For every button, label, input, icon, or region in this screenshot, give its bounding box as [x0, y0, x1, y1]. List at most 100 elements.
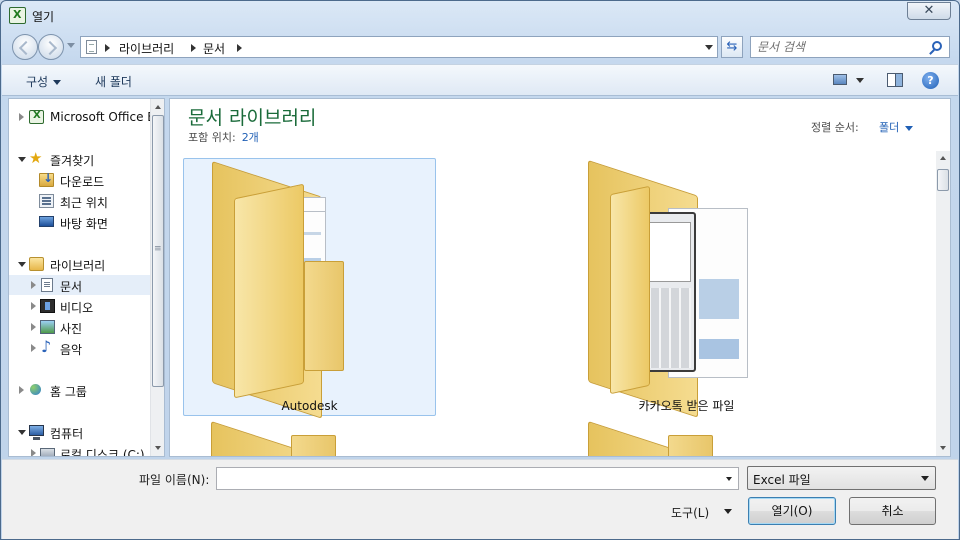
folder-tile-autodesk[interactable]: Autodesk: [183, 158, 436, 419]
sort-dropdown[interactable]: 폴더: [879, 119, 914, 135]
recent-places-icon: [39, 194, 54, 208]
filename-label: 파일 이름(N):: [139, 473, 210, 487]
chevron-down-icon: [53, 80, 62, 85]
nav-item-label: 로컬 디스크 (C:): [60, 448, 145, 457]
library-icon: [29, 257, 44, 271]
nav-item-label: 홈 그룹: [50, 385, 87, 399]
nav-item-label: 컴퓨터: [50, 427, 84, 441]
nav-item-label: 문서: [60, 280, 83, 294]
recent-pages-dropdown[interactable]: [67, 43, 75, 48]
breadcrumb-arrow-icon[interactable]: [191, 44, 196, 52]
help-icon[interactable]: ?: [922, 72, 939, 89]
library-includes: 포함 위치: 2개: [188, 129, 259, 145]
nav-scrollbar[interactable]: [150, 99, 164, 456]
nav-item-pictures[interactable]: 사진: [9, 317, 151, 337]
scroll-down-arrow-icon[interactable]: [940, 446, 946, 450]
scroll-thumb[interactable]: [937, 169, 949, 191]
nav-item-label: 즐겨찾기: [50, 154, 95, 168]
breadcrumb-arrow-icon[interactable]: [105, 44, 110, 52]
folder-tile-kakaotalk[interactable]: 카카오톡 받은 파일: [560, 158, 813, 418]
nav-item-label: 사진: [60, 322, 83, 336]
nav-item-label: Microsoft Office Excel: [50, 110, 164, 124]
bottom-panel: 파일 이름(N): Excel 파일 도구(L) 열기(O) 취소: [2, 459, 958, 539]
scroll-down-arrow-icon[interactable]: [155, 446, 161, 450]
command-bar: 구성 새 폴더 ?: [2, 64, 958, 96]
breadcrumb-documents[interactable]: 문서: [203, 40, 225, 57]
filename-input[interactable]: [220, 470, 715, 487]
nav-item-local-disk[interactable]: 로컬 디스크 (C:): [9, 443, 151, 457]
breadcrumb-arrow-icon[interactable]: [237, 44, 242, 52]
new-folder-button[interactable]: 새 폴더: [95, 73, 132, 90]
refresh-button[interactable]: ⇆: [721, 36, 743, 58]
search-input[interactable]: [757, 39, 927, 55]
expand-arrow-icon[interactable]: [31, 302, 36, 310]
back-button[interactable]: [12, 34, 38, 60]
expand-arrow-icon[interactable]: [19, 113, 24, 121]
expand-arrow-icon[interactable]: [31, 323, 36, 331]
address-dropdown-icon[interactable]: [705, 45, 713, 50]
includes-count-link[interactable]: 2개: [242, 131, 259, 144]
search-box[interactable]: [750, 36, 950, 58]
music-icon: [40, 337, 55, 356]
search-icon[interactable]: [932, 41, 942, 51]
content-scrollbar[interactable]: [936, 151, 950, 456]
collapse-arrow-icon[interactable]: [18, 157, 26, 162]
organize-menu[interactable]: 구성: [26, 73, 62, 90]
view-dropdown-icon[interactable]: [856, 78, 864, 83]
nav-item-homegroup[interactable]: 홈 그룹: [9, 380, 151, 400]
chevron-down-icon: [921, 476, 929, 481]
scroll-up-arrow-icon[interactable]: [155, 105, 161, 109]
folder-tile[interactable]: [183, 419, 436, 456]
file-list-pane: 문서 라이브러리 포함 위치: 2개 정렬 순서: 폴더 Autodesk 카카…: [169, 98, 951, 457]
excel-icon: [29, 110, 44, 124]
open-button[interactable]: 열기(O): [748, 497, 836, 525]
scroll-thumb[interactable]: [152, 115, 164, 387]
folder-name: 카카오톡 받은 파일: [638, 399, 735, 413]
pictures-icon: [40, 320, 55, 334]
nav-item-label: 최근 위치: [60, 196, 108, 210]
nav-item-excel[interactable]: Microsoft Office Excel: [9, 107, 164, 127]
title-bar: 열기 ✕: [1, 1, 959, 31]
filetype-select[interactable]: Excel 파일: [747, 466, 936, 490]
nav-item-music[interactable]: 음악: [9, 337, 151, 358]
nav-item-downloads[interactable]: 다운로드: [9, 170, 151, 190]
organize-label: 구성: [26, 75, 49, 89]
expand-arrow-icon[interactable]: [31, 281, 36, 289]
collapse-arrow-icon[interactable]: [18, 430, 26, 435]
expand-arrow-icon[interactable]: [31, 449, 36, 456]
excel-app-icon: [9, 7, 26, 24]
open-file-dialog: 열기 ✕ 라이브러리 문서 ⇆ 구성 새 폴더 ? Microsoft Offi…: [0, 0, 960, 540]
nav-item-desktop[interactable]: 바탕 화면: [9, 212, 151, 232]
close-button[interactable]: ✕: [907, 2, 951, 20]
documents-icon: [41, 278, 53, 292]
expand-arrow-icon[interactable]: [19, 386, 24, 394]
scroll-up-arrow-icon[interactable]: [940, 156, 946, 160]
view-options-icon[interactable]: [833, 74, 847, 85]
breadcrumb-libraries[interactable]: 라이브러리: [119, 40, 174, 57]
desktop-icon: [39, 216, 54, 227]
filename-dropdown-icon[interactable]: [726, 477, 732, 481]
address-bar[interactable]: 라이브러리 문서: [80, 36, 718, 58]
folder-tile[interactable]: [560, 419, 813, 456]
nav-item-videos[interactable]: 비디오: [9, 296, 151, 316]
nav-item-recent-places[interactable]: 최근 위치: [9, 191, 151, 211]
nav-item-libraries[interactable]: 라이브러리: [9, 254, 151, 274]
forward-button[interactable]: [38, 34, 64, 60]
tools-menu[interactable]: 도구(L): [671, 504, 709, 521]
expand-arrow-icon[interactable]: [31, 344, 36, 352]
includes-label: 포함 위치:: [188, 131, 236, 144]
homegroup-icon: [29, 383, 44, 397]
nav-item-documents[interactable]: 문서: [9, 275, 151, 295]
cancel-button[interactable]: 취소: [849, 497, 936, 525]
computer-icon: [29, 425, 44, 440]
nav-item-computer[interactable]: 컴퓨터: [9, 422, 151, 442]
tools-dropdown-icon[interactable]: [724, 509, 732, 514]
nav-item-favorites[interactable]: 즐겨찾기: [9, 149, 151, 169]
collapse-arrow-icon[interactable]: [18, 262, 26, 267]
disk-icon: [40, 448, 55, 456]
documents-icon: [86, 40, 97, 54]
preview-pane-icon[interactable]: [887, 73, 903, 87]
filename-combobox[interactable]: [216, 467, 739, 490]
nav-item-label: 라이브러리: [50, 259, 106, 273]
nav-item-label: 바탕 화면: [60, 217, 108, 231]
